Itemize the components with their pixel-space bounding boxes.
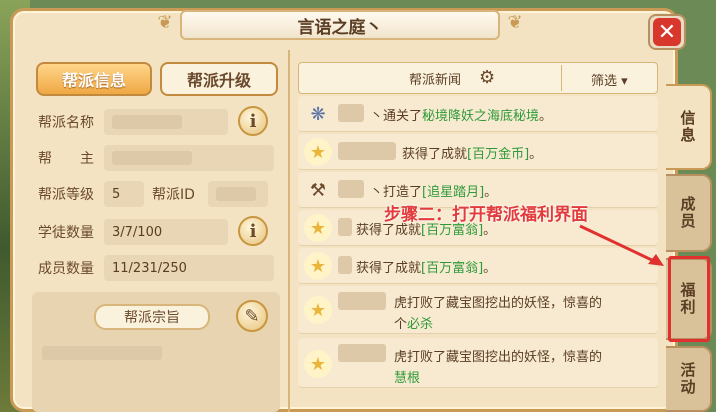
side-tab-info[interactable]: 信息 <box>666 84 712 170</box>
guild-name-value <box>104 109 228 135</box>
star-icon: ★ <box>304 252 332 280</box>
news-item: ★ 获得了成就[百万金币]。 <box>298 134 658 170</box>
guild-name-label: 帮派名称 <box>38 115 94 131</box>
members-value: 11/231/250 <box>104 255 274 281</box>
news-text-line2: 个必杀 <box>394 317 434 332</box>
player-name-blurred <box>338 142 396 160</box>
news-title: 帮派新闻 <box>409 73 462 88</box>
star-icon: ★ <box>304 350 332 378</box>
news-text: 丶通关了秘境降妖之海底秘境。 <box>370 109 553 124</box>
player-name-blurred <box>338 104 364 122</box>
tab-guild-upgrade[interactable]: 帮派升级 <box>160 62 278 96</box>
emblem-icon: ❋ <box>310 103 326 125</box>
motto-text-blurred <box>42 346 162 360</box>
star-icon: ★ <box>304 214 332 242</box>
news-text-line2: 慧根 <box>394 371 421 386</box>
motto-label: 帮派宗旨 <box>94 304 210 330</box>
apprentice-info-button[interactable]: i <box>238 216 268 246</box>
news-item: ❋ 丶通关了秘境降妖之海底秘境。 <box>298 96 658 132</box>
title-ornament-right-icon: ❦ <box>507 12 523 33</box>
edit-motto-button[interactable]: ✎ <box>236 300 268 332</box>
player-name-blurred <box>338 218 352 236</box>
news-item: ★ 虎打败了藏宝图挖出的妖怪，惊喜的 个必杀 <box>298 286 658 334</box>
info-row-level: 帮派等级 5 帮派ID <box>38 180 268 208</box>
news-text: 虎打败了藏宝图挖出的妖怪，惊喜的 <box>394 296 603 311</box>
info-row-name: 帮派名称 <box>38 108 228 136</box>
news-header-divider <box>561 65 562 91</box>
annotation-step-text: 步骤二：打开帮派福利界面 <box>384 205 588 225</box>
guild-id-label: 帮派ID <box>152 187 195 203</box>
tab-guild-info[interactable]: 帮派信息 <box>36 62 152 96</box>
level-label: 帮派等级 <box>38 187 94 203</box>
gear-icon[interactable]: ⚙ <box>479 67 495 88</box>
apprentice-label: 学徒数量 <box>38 225 94 241</box>
window-title-bar: 言语之庭丶 <box>180 10 500 40</box>
annotation-arrow-icon <box>579 224 664 266</box>
player-name-blurred <box>338 180 364 198</box>
star-icon: ★ <box>304 296 332 324</box>
side-tab-members[interactable]: 成员 <box>666 174 712 252</box>
player-name-blurred <box>338 292 386 310</box>
guild-name-info-button[interactable]: i <box>238 106 268 136</box>
news-text: 获得了成就[百万金币]。 <box>402 147 543 162</box>
leader-label: 帮 主 <box>38 151 94 167</box>
window-title: 言语之庭丶 <box>297 17 383 38</box>
members-label: 成员数量 <box>38 261 94 277</box>
info-row-apprentice: 学徒数量 3/7/100 <box>38 218 228 246</box>
player-name-blurred <box>338 344 386 362</box>
info-row-members: 成员数量 11/231/250 <box>38 254 274 282</box>
panel-divider <box>288 50 290 412</box>
guild-id-value <box>208 181 268 207</box>
news-text: 获得了成就[百万富翁]。 <box>356 261 497 276</box>
annotation-highlight-box <box>668 256 710 342</box>
title-ornament-left-icon: ❦ <box>157 12 173 33</box>
anvil-icon: ⚒ <box>309 179 327 201</box>
leader-value <box>104 145 274 171</box>
news-header: 帮派新闻 ⚙ 筛选 ▾ <box>298 62 658 94</box>
close-icon: ✕ <box>653 18 681 46</box>
close-button[interactable]: ✕ <box>648 14 686 50</box>
news-item: ★ 虎打败了藏宝图挖出的妖怪，惊喜的 慧根 <box>298 338 658 388</box>
info-row-leader: 帮 主 <box>38 144 274 172</box>
news-text: 丶打造了[追星踏月]。 <box>370 185 498 200</box>
news-text: 虎打败了藏宝图挖出的妖怪，惊喜的 <box>394 350 603 365</box>
side-tab-activity[interactable]: 活动 <box>666 346 712 412</box>
news-filter-dropdown[interactable]: 筛选 ▾ <box>591 70 628 89</box>
player-name-blurred <box>338 256 352 274</box>
brush-icon: ✎ <box>244 305 260 327</box>
star-icon: ★ <box>304 138 332 166</box>
level-value: 5 <box>104 181 144 207</box>
apprentice-value: 3/7/100 <box>104 219 228 245</box>
